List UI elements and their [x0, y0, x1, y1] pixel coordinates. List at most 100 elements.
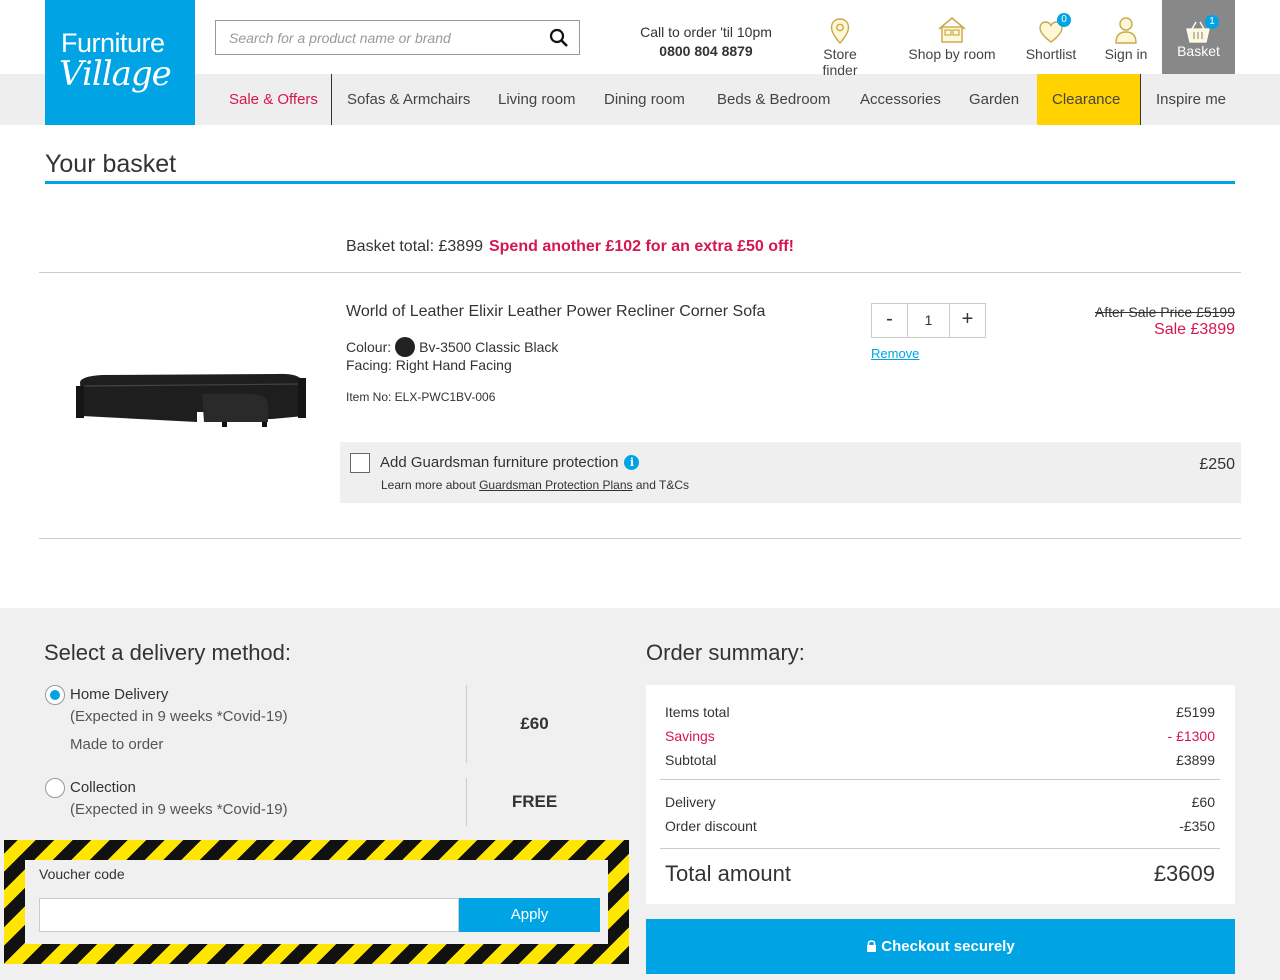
product-item-number: Item No: ELX-PWC1BV-006: [346, 390, 496, 404]
lock-icon: [867, 940, 877, 952]
guardsman-protection-row: Add Guardsman furniture protection i Lea…: [340, 442, 1241, 503]
voucher-code-input[interactable]: [39, 898, 459, 932]
home-delivery-price: £60: [520, 714, 549, 733]
divider: [39, 272, 1241, 273]
home-delivery-radio[interactable]: [45, 685, 65, 705]
delivery-value: £60: [1191, 794, 1215, 810]
title-underline: [45, 181, 1235, 184]
total-amount-value: £3609: [1153, 861, 1215, 886]
user-icon: [1115, 17, 1137, 44]
items-total-value: £5199: [1176, 704, 1215, 720]
shortlist-label: Shortlist: [1025, 46, 1077, 62]
summary-row-items-total: Items total £5199: [665, 704, 1215, 720]
page-title: Your basket: [45, 150, 177, 178]
summary-row-savings: Savings - £1300: [665, 728, 1215, 744]
nav-beds-bedroom[interactable]: Beds & Bedroom: [702, 74, 845, 125]
shop-by-room-link[interactable]: Shop by room: [906, 14, 998, 62]
house-icon: [938, 16, 966, 43]
nav-dining-room[interactable]: Dining room: [589, 74, 700, 125]
search-input[interactable]: [216, 21, 541, 54]
decrease-quantity-button[interactable]: -: [872, 304, 907, 337]
search-icon[interactable]: [549, 28, 569, 48]
collection-price: FREE: [511, 792, 558, 811]
product-image[interactable]: [72, 364, 312, 434]
checkout-securely-button[interactable]: Checkout securely: [646, 919, 1235, 974]
colour-value: Bv-3500 Classic Black: [419, 339, 559, 355]
remove-item-link[interactable]: Remove: [871, 346, 919, 361]
phone-number[interactable]: 0800 804 8879: [630, 43, 782, 59]
map-pin-icon: [830, 18, 850, 44]
learn-more-prefix: Learn more about: [381, 478, 476, 492]
product-colour: Colour: Bv-3500 Classic Black: [346, 337, 558, 357]
shop-by-room-label: Shop by room: [908, 46, 996, 62]
store-finder-link[interactable]: Store finder: [804, 14, 876, 78]
sale-price: Sale £3899: [1154, 321, 1235, 338]
colour-label: Colour:: [346, 339, 392, 355]
guardsman-learn-more: Learn more about Guardsman Protection Pl…: [381, 478, 689, 492]
shortlist-link[interactable]: 0 Shortlist: [1024, 13, 1078, 62]
quantity-stepper: - 1 +: [871, 303, 986, 338]
collection-radio[interactable]: [45, 778, 65, 798]
nav-inspire-me[interactable]: Inspire me: [1141, 74, 1241, 125]
guardsman-plans-link[interactable]: Guardsman Protection Plans: [479, 478, 632, 492]
nav-sale-offers[interactable]: Sale & Offers: [214, 74, 333, 125]
nav-accessories[interactable]: Accessories: [845, 74, 956, 125]
order-discount-label: Order discount: [665, 818, 757, 834]
home-delivery-note: Made to order: [70, 736, 164, 753]
nav-clearance[interactable]: Clearance: [1037, 74, 1140, 125]
subtotal-label: Subtotal: [665, 752, 717, 768]
logo-line-2: Village: [59, 54, 172, 94]
after-sale-price: After Sale Price £5199: [1094, 304, 1235, 320]
total-amount-label: Total amount: [665, 861, 791, 886]
divider: [660, 848, 1220, 849]
nav-sofas-armchairs[interactable]: Sofas & Armchairs: [332, 74, 485, 125]
summary-row-total: Total amount £3609: [665, 861, 1215, 887]
order-discount-value: -£350: [1179, 818, 1215, 834]
collection-label[interactable]: Collection: [70, 779, 136, 796]
nav-garden[interactable]: Garden: [954, 74, 1034, 125]
divider: [660, 779, 1220, 780]
shortlist-count-badge: 0: [1057, 13, 1071, 27]
sign-in-link[interactable]: Sign in: [1103, 14, 1149, 62]
summary-row-subtotal: Subtotal £3899: [665, 752, 1215, 768]
guardsman-title-text: Add Guardsman furniture protection: [380, 454, 619, 471]
summary-row-order-discount: Order discount -£350: [665, 818, 1215, 834]
delivery-title: Select a delivery method:: [44, 640, 292, 665]
product-name[interactable]: World of Leather Elixir Leather Power Re…: [346, 303, 765, 321]
collection-expected: (Expected in 9 weeks *Covid-19): [70, 801, 288, 818]
call-to-order: Call to order 'til 10pm 0800 804 8879: [630, 24, 782, 59]
apply-voucher-button[interactable]: Apply: [459, 898, 600, 932]
items-total-label: Items total: [665, 704, 730, 720]
home-delivery-label[interactable]: Home Delivery: [70, 686, 168, 703]
order-summary-box: Items total £5199 Savings - £1300 Subtot…: [646, 685, 1235, 904]
guardsman-price: £250: [1199, 456, 1235, 473]
order-summary-title: Order summary:: [646, 640, 805, 665]
checkout-label: Checkout securely: [881, 938, 1015, 955]
basket-total-line: Basket total: £3899 Spend another £102 fo…: [346, 238, 794, 256]
basket-label: Basket: [1177, 43, 1220, 59]
learn-more-suffix: and T&Cs: [635, 478, 689, 492]
guardsman-title: Add Guardsman furniture protection i: [380, 454, 640, 471]
quantity-value[interactable]: 1: [907, 304, 950, 337]
guardsman-checkbox[interactable]: [350, 453, 370, 473]
product-facing: Facing: Right Hand Facing: [346, 357, 512, 373]
savings-value: - £1300: [1167, 728, 1215, 744]
increase-quantity-button[interactable]: +: [950, 304, 985, 337]
search-box: [215, 20, 580, 55]
divider: [39, 538, 1241, 539]
home-delivery-expected: (Expected in 9 weeks *Covid-19): [70, 708, 288, 725]
site-logo[interactable]: Furniture Village: [45, 0, 195, 125]
nav-living-room[interactable]: Living room: [483, 74, 591, 125]
sign-in-label: Sign in: [1104, 46, 1148, 62]
subtotal-value: £3899: [1176, 752, 1215, 768]
call-text: Call to order 'til 10pm: [640, 24, 772, 40]
delivery-label: Delivery: [665, 794, 716, 810]
basket-total: Basket total: £3899: [346, 238, 483, 255]
savings-label: Savings: [665, 728, 715, 744]
info-icon[interactable]: i: [624, 455, 640, 470]
summary-row-delivery: Delivery £60: [665, 794, 1215, 810]
basket-count-badge: 1: [1205, 15, 1219, 29]
voucher-label: Voucher code: [39, 866, 125, 882]
promo-message: Spend another £102 for an extra £50 off!: [488, 238, 794, 255]
basket-link[interactable]: 1 Basket: [1162, 0, 1235, 74]
